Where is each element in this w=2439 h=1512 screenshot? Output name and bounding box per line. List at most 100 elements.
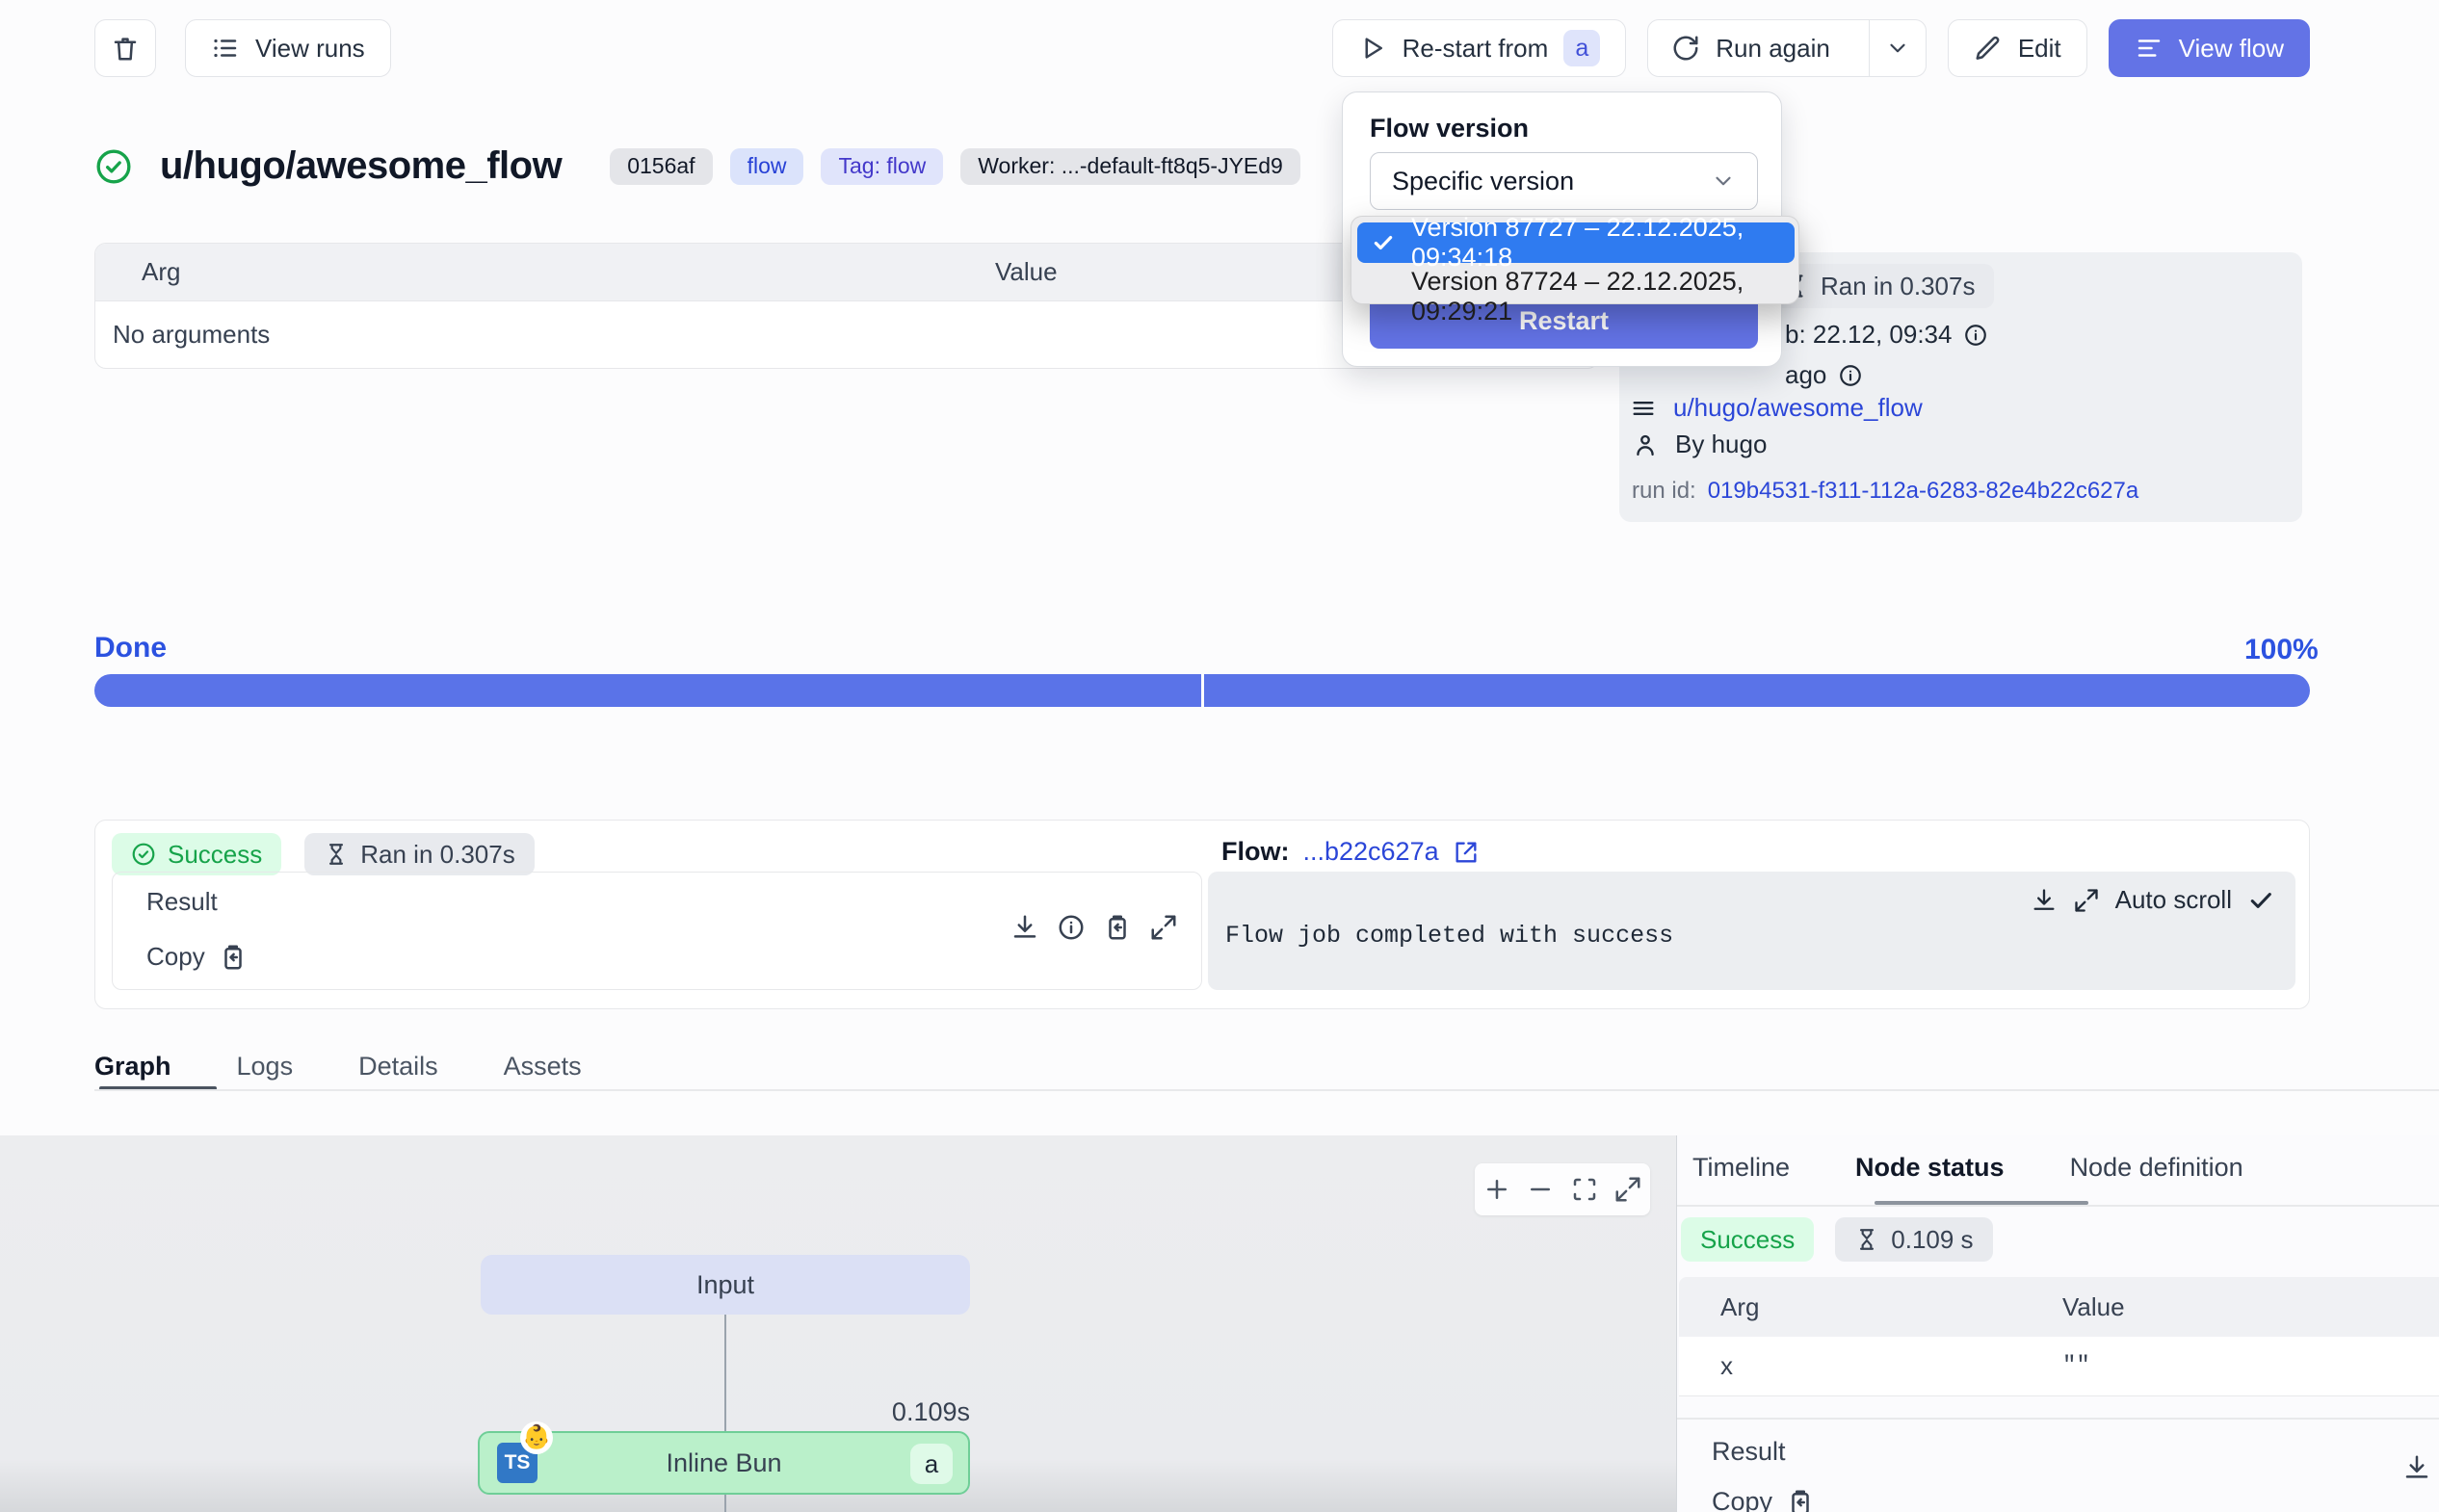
- node-value-column: Value: [2062, 1292, 2125, 1322]
- zoom-in-icon[interactable]: [1482, 1175, 1511, 1204]
- clipboard-icon: [1786, 1488, 1815, 1512]
- download-icon[interactable]: [1010, 913, 1039, 942]
- run-again-button[interactable]: Run again: [1647, 19, 1927, 77]
- check-circle-icon: [131, 842, 156, 867]
- baby-emoji: 👶: [522, 1426, 551, 1449]
- log-output: Flow job completed with success: [1225, 922, 1673, 950]
- edit-button[interactable]: Edit: [1948, 19, 2087, 77]
- run-again-dropdown[interactable]: [1869, 20, 1926, 76]
- external-link-icon[interactable]: [1453, 839, 1480, 866]
- flow-path-link[interactable]: u/hugo/awesome_flow: [1673, 393, 1923, 423]
- worker-badge[interactable]: Worker: ...-default-ft8q5-JYEd9: [960, 148, 1300, 185]
- zoom-out-icon[interactable]: [1526, 1175, 1555, 1204]
- restart-from-button[interactable]: Re-start from a: [1332, 19, 1627, 77]
- node-status-row: Success 0.109 s: [1681, 1217, 1993, 1262]
- expand-icon[interactable]: [1149, 913, 1178, 942]
- version-dropdown-menu: Version 87727 – 22.12.2025, 09:34:18 Ver…: [1351, 216, 1799, 304]
- node-duration-label: 0.109s: [828, 1397, 970, 1427]
- play-icon: [1358, 34, 1387, 63]
- run-again-main[interactable]: Run again: [1648, 20, 1853, 76]
- trash-icon: [111, 34, 140, 63]
- tag-badge[interactable]: Tag: flow: [821, 148, 943, 185]
- run-again-label: Run again: [1716, 34, 1830, 64]
- tab-graph[interactable]: Graph: [94, 1052, 171, 1107]
- run-id-line: run id: 019b4531-f311-112a-6283-82e4b22c…: [1632, 478, 2138, 505]
- version-option-selected-text: Version 87727 – 22.12.2025, 09:34:18: [1411, 213, 1781, 273]
- run-id-label: run id:: [1632, 478, 1696, 505]
- input-node-label: Input: [696, 1270, 754, 1300]
- copy-result-button[interactable]: Copy: [146, 942, 248, 972]
- tab-node-status[interactable]: Node status: [1855, 1153, 2005, 1183]
- view-runs-label: View runs: [255, 34, 365, 64]
- started-text: b: 22.12, 09:34: [1785, 320, 1952, 350]
- delete-run-button[interactable]: [94, 19, 156, 77]
- tab-timeline[interactable]: Timeline: [1692, 1153, 1790, 1183]
- fullscreen-icon[interactable]: [1613, 1175, 1642, 1204]
- info-icon[interactable]: [1838, 363, 1863, 388]
- node-panel-tabs: Timeline Node status Node definition: [1692, 1153, 2243, 1183]
- title-badges: 0156af flow Tag: flow Worker: ...-defaul…: [610, 148, 1300, 185]
- view-runs-button[interactable]: View runs: [185, 19, 391, 77]
- main-tabs: Graph Logs Details Assets: [94, 1052, 582, 1107]
- progress-percent: 100%: [2244, 634, 2310, 666]
- flow-short-link[interactable]: ...b22c627a: [1302, 837, 1438, 867]
- graph-edge: [724, 1495, 726, 1512]
- chevron-down-icon: [1885, 36, 1910, 61]
- tab-node-definition[interactable]: Node definition: [2070, 1153, 2243, 1183]
- node-copy-result-button[interactable]: Copy: [1712, 1487, 1815, 1512]
- ran-in-text: Ran in 0.307s: [1821, 272, 1975, 301]
- ran-in-badge-text: Ran in 0.307s: [360, 840, 514, 870]
- info-icon[interactable]: [1057, 913, 1086, 942]
- value-column-header: Value: [995, 257, 1058, 287]
- clipboard-icon: [219, 943, 248, 972]
- hourglass-icon: [1854, 1227, 1879, 1252]
- node-copy-label: Copy: [1712, 1487, 1772, 1512]
- node-arg-name: x: [1679, 1351, 2062, 1381]
- result-card: Success Ran in 0.307s Flow: ...b22c627a …: [94, 820, 2310, 1009]
- started-line: b: 22.12, 09:34: [1785, 320, 1988, 350]
- flow-label: Flow:: [1221, 837, 1289, 867]
- log-box: Auto scroll Flow job completed with succ…: [1208, 872, 2295, 990]
- info-icon[interactable]: [1963, 323, 1988, 348]
- view-flow-button[interactable]: View flow: [2109, 19, 2310, 77]
- download-icon[interactable]: [2402, 1453, 2431, 1482]
- node-arg-value: "": [2062, 1353, 2090, 1379]
- tab-logs[interactable]: Logs: [237, 1052, 294, 1107]
- chevron-down-icon: [1711, 169, 1736, 194]
- version-option-other[interactable]: Version 87724 – 22.12.2025, 09:29:21: [1411, 267, 1798, 326]
- graph-node-inline-bun[interactable]: TS 👶 Inline Bun a: [478, 1431, 970, 1495]
- checkmark-icon[interactable]: [2247, 887, 2274, 914]
- kind-badge[interactable]: flow: [730, 148, 804, 185]
- list-icon: [211, 34, 240, 63]
- success-badge-text: Success: [168, 840, 262, 870]
- expand-icon[interactable]: [2073, 887, 2100, 914]
- flow-version-select[interactable]: Specific version: [1370, 152, 1758, 210]
- flow-graph-canvas[interactable]: Input 0.109s TS 👶 Inline Bun a: [0, 1135, 1676, 1512]
- node-panel-divider: [1677, 1418, 2439, 1420]
- fit-view-icon[interactable]: [1570, 1175, 1599, 1204]
- ran-in-badge: Ran in 0.307s: [304, 833, 534, 875]
- download-icon[interactable]: [2031, 887, 2058, 914]
- node-panel-tabs-divider: [1677, 1205, 2439, 1207]
- list-lines-icon: [1630, 395, 1657, 422]
- by-text: By hugo: [1675, 430, 1767, 459]
- run-id-link[interactable]: 019b4531-f311-112a-6283-82e4b22c627a: [1708, 478, 2139, 505]
- flow-run-page: View runs Re-start from a Run again Edit…: [0, 0, 2439, 1512]
- node-arg-row: x "": [1679, 1337, 2439, 1396]
- clipboard-copy-icon[interactable]: [1103, 913, 1132, 942]
- bun-node-label: Inline Bun: [666, 1448, 781, 1478]
- node-args-header: Arg Value: [1679, 1277, 2439, 1337]
- page-title: u/hugo/awesome_flow: [160, 144, 562, 188]
- pencil-icon: [1974, 34, 2003, 63]
- graph-edge: [724, 1315, 726, 1431]
- node-status-panel: Timeline Node status Node definition Suc…: [1676, 1135, 2439, 1512]
- tab-details[interactable]: Details: [358, 1052, 438, 1107]
- copy-label: Copy: [146, 942, 205, 972]
- progress-status: Done: [94, 632, 167, 665]
- version-option-selected[interactable]: Version 87727 – 22.12.2025, 09:34:18: [1357, 222, 1795, 263]
- toolbar-right: Re-start from a Run again Edit View flow: [1332, 19, 2310, 77]
- tab-assets[interactable]: Assets: [504, 1052, 582, 1107]
- auto-scroll-label[interactable]: Auto scroll: [2115, 885, 2232, 915]
- flow-version-select-value: Specific version: [1392, 167, 1574, 196]
- graph-node-input[interactable]: Input: [481, 1255, 970, 1315]
